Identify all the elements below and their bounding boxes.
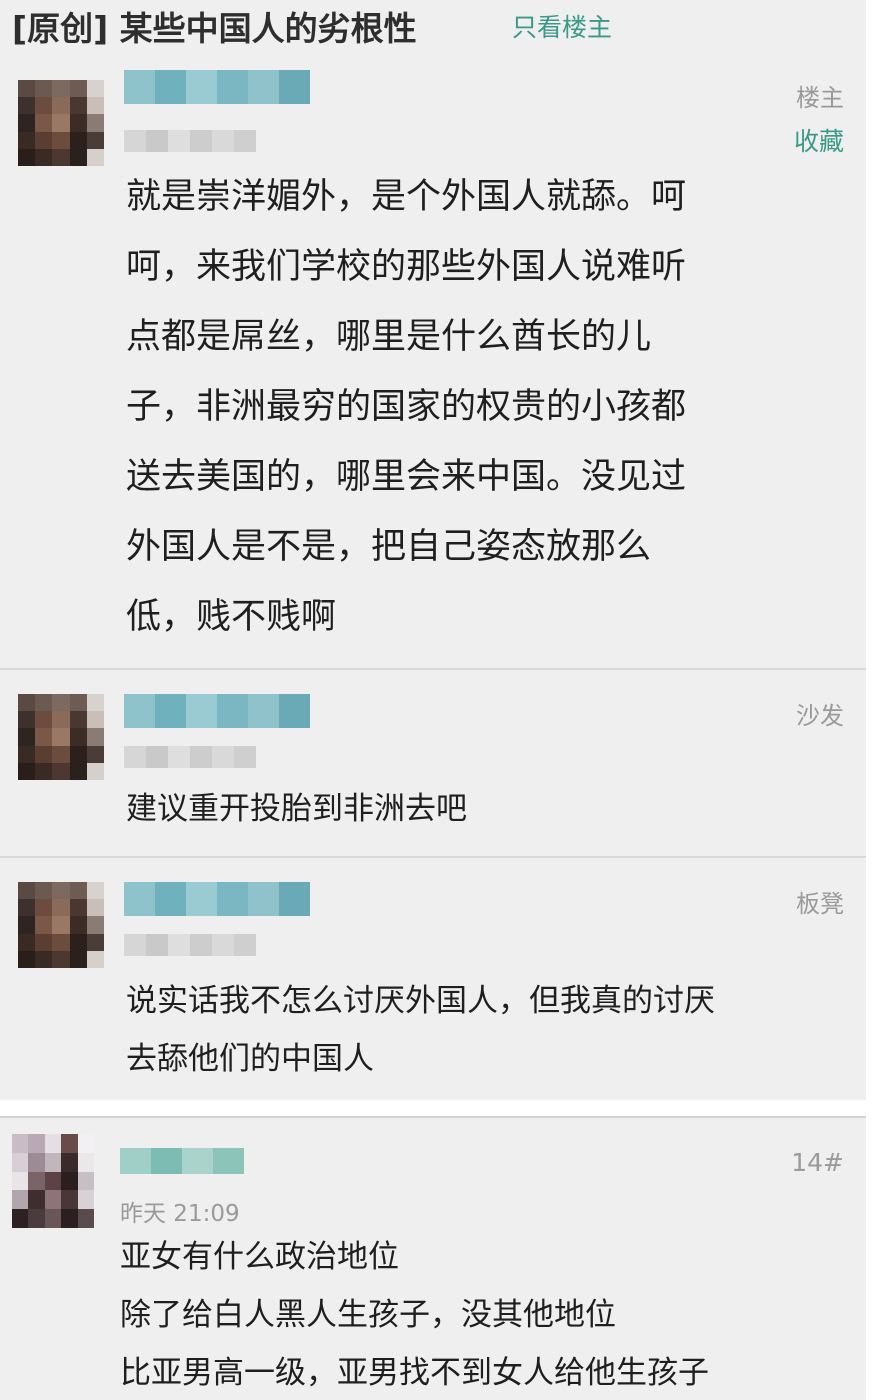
post-body-line: 送去美国的，哪里会来中国。没见过 [126, 457, 687, 497]
post-body: 建议重开投胎到非洲去吧 [126, 780, 846, 838]
post-timestamp: 昨天 21:09 [120, 1201, 240, 1227]
avatar-icon[interactable] [18, 80, 104, 166]
post-body-line: 点都是屌丝，哪里是什么酋长的儿 [126, 317, 652, 357]
post-op: 楼主 收藏 就是崇洋媚外，是个外国人就舔。呵 呵，来我们学校的那些外国人说难听 … [0, 56, 866, 668]
username-blurred[interactable] [124, 882, 310, 916]
post-body-line: 低，贱不贱啊 [126, 597, 337, 637]
username-blurred[interactable] [124, 70, 310, 104]
post-reply: 板凳 说实话我不怎么讨厌外国人，但我真的讨厌 去舔他们的中国人 [0, 858, 866, 1100]
post-body-line: 建议重开投胎到非洲去吧 [126, 791, 467, 827]
post-body-line: 子，非洲最穷的国家的权贵的小孩都 [126, 387, 687, 427]
post-body-line: 去舔他们的中国人 [126, 1041, 374, 1077]
floor-label: 沙发 [796, 702, 844, 730]
post-reply: 14# 昨天 21:09 亚女有什么政治地位 除了给白人黑人生孩子，没其他地位 … [0, 1118, 866, 1400]
post-body-line: 亚女有什么政治地位 [120, 1239, 399, 1275]
avatar-icon[interactable] [18, 694, 104, 780]
thread-header: [原创] 某些中国人的劣根性 只看楼主 [0, 0, 866, 56]
post-body-line: 外国人是不是，把自己姿态放那么 [126, 527, 652, 567]
post-body-line: 除了给白人黑人生孩子，没其他地位 [120, 1297, 616, 1333]
username-blurred[interactable] [120, 1148, 244, 1174]
avatar-icon[interactable] [12, 1134, 94, 1228]
timestamp-blurred [124, 130, 264, 152]
post-body: 亚女有什么政治地位 除了给白人黑人生孩子，没其他地位 比亚男高一级，亚男找不到女… [120, 1228, 840, 1400]
only-op-button[interactable]: 只看楼主 [512, 8, 612, 44]
timestamp-blurred [124, 746, 264, 768]
post-body-line: 呵，来我们学校的那些外国人说难听 [126, 247, 687, 287]
post-body-line: 说实话我不怎么讨厌外国人，但我真的讨厌 [126, 983, 715, 1019]
avatar-icon[interactable] [18, 882, 104, 968]
favorite-button[interactable]: 收藏 [794, 122, 844, 158]
post-reply: 沙发 建议重开投胎到非洲去吧 [0, 670, 866, 856]
floor-label: 楼主 [796, 84, 844, 112]
floor-label: 板凳 [796, 890, 844, 918]
thread-title: [原创] 某些中国人的劣根性 [12, 9, 417, 48]
floor-label: 14# [791, 1148, 844, 1177]
timestamp-blurred [124, 934, 264, 956]
post-body-line: 比亚男高一级，亚男找不到女人给他生孩子 [120, 1355, 709, 1391]
post-body-line: 就是崇洋媚外，是个外国人就舔。呵 [126, 177, 687, 217]
username-blurred[interactable] [124, 694, 310, 728]
post-body: 说实话我不怎么讨厌外国人，但我真的讨厌 去舔他们的中国人 [126, 972, 846, 1088]
post-body: 就是崇洋媚外，是个外国人就舔。呵 呵，来我们学校的那些外国人说难听 点都是屌丝，… [126, 162, 846, 652]
